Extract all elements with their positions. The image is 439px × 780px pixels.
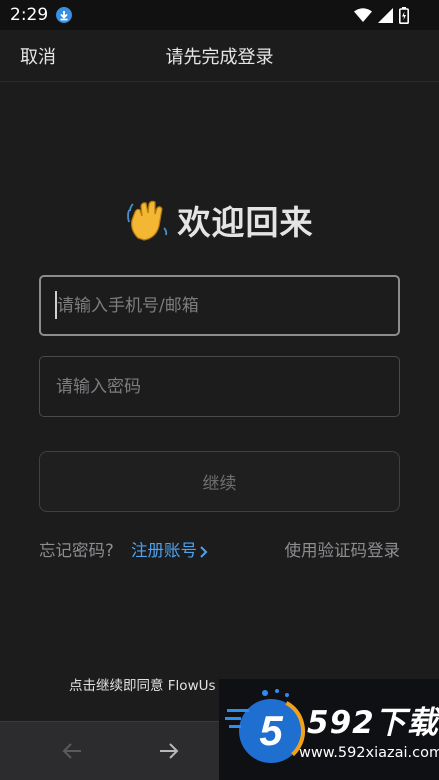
continue-button[interactable]: 继续 (39, 451, 400, 512)
waving-hand-icon (126, 200, 167, 241)
links-row: 忘记密码? 注册账号 使用验证码登录 (39, 537, 401, 561)
back-arrow-icon[interactable] (60, 739, 84, 763)
chevron-right-icon (200, 545, 208, 558)
battery-icon (399, 7, 409, 24)
signal-icon (378, 8, 393, 23)
welcome-text: 欢迎回来 (177, 203, 314, 242)
watermark: 5 592下载 www.592xiazai.com (219, 679, 439, 780)
wifi-icon (354, 8, 372, 22)
watermark-brand: 592下载 (307, 705, 439, 741)
agreement-text: 点击继续即同意 FlowUs (69, 678, 216, 694)
code-login-link[interactable]: 使用验证码登录 (285, 537, 401, 561)
watermark-url: www.592xiazai.com (299, 745, 439, 761)
page-title: 请先完成登录 (165, 47, 274, 68)
forward-arrow-icon[interactable] (157, 739, 181, 763)
download-icon (56, 7, 73, 23)
welcome-heading: 欢迎回来 (0, 196, 439, 244)
register-link-label: 注册账号 (131, 541, 197, 560)
watermark-logo-text: 5 (259, 707, 283, 754)
register-link[interactable]: 注册账号 (131, 537, 208, 561)
text-caret (55, 291, 57, 319)
password-input[interactable] (39, 356, 400, 417)
forgot-password-link[interactable]: 忘记密码? (39, 537, 114, 561)
phone-email-input[interactable] (39, 275, 400, 336)
header: 取消 请先完成登录 (0, 30, 439, 82)
status-time: 2:29 (10, 5, 49, 25)
watermark-logo-icon: 5 (225, 689, 305, 765)
status-bar: 2:29 (0, 0, 439, 30)
status-icons (354, 7, 409, 24)
